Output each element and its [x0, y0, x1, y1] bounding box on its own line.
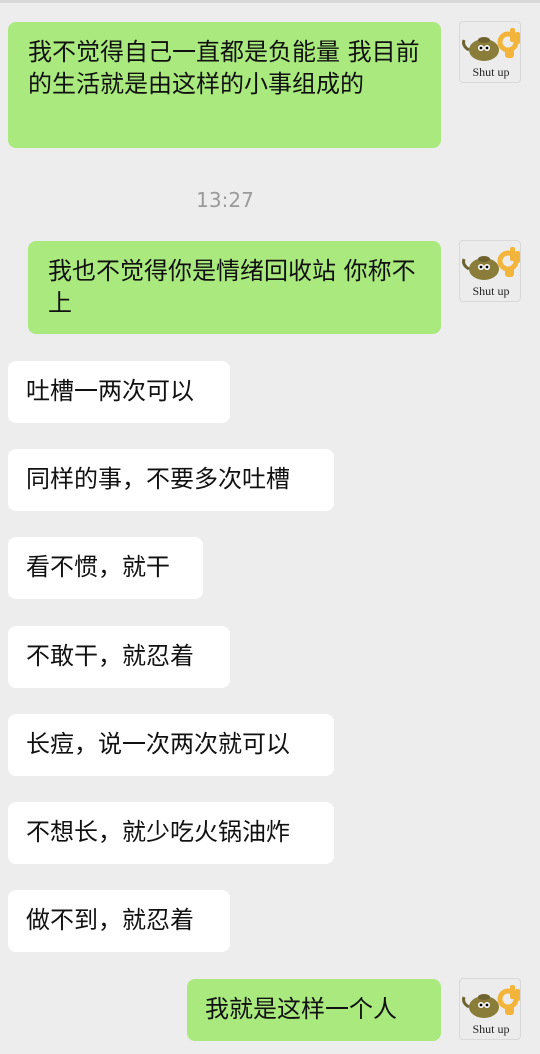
avatar-caption: Shut up — [472, 284, 510, 298]
timestamp: 13:27 — [196, 188, 254, 212]
avatar[interactable]: Shut up — [459, 978, 521, 1040]
avatar[interactable]: Shut up — [459, 240, 521, 302]
message-bubble-incoming[interactable]: 看不惯，就干 — [8, 537, 203, 599]
message-bubble-outgoing[interactable]: 我就是这样一个人 — [187, 979, 441, 1041]
message-bubble-incoming[interactable]: 同样的事，不要多次吐槽 — [8, 449, 334, 511]
message-bubble-incoming[interactable]: 长痘，说一次两次就可以 — [8, 714, 334, 776]
message-bubble-incoming[interactable]: 不想长，就少吃火锅油炸 — [8, 802, 334, 864]
message-bubble-outgoing[interactable]: 我不觉得自己一直都是负能量 我目前的生活就是由这样的小事组成的 — [8, 22, 441, 148]
avatar-caption: Shut up — [472, 1022, 510, 1036]
message-bubble-incoming[interactable]: 吐槽一两次可以 — [8, 361, 230, 423]
message-bubble-incoming[interactable]: 不敢干，就忍着 — [8, 626, 230, 688]
avatar-caption: Shut up — [472, 65, 510, 79]
chat-area[interactable]: 我不觉得自己一直都是负能量 我目前的生活就是由这样的小事组成的 Shut up … — [0, 0, 540, 1054]
message-bubble-outgoing[interactable]: 我也不觉得你是情绪回收站 你称不上 — [28, 241, 441, 334]
message-bubble-incoming[interactable]: 做不到，就忍着 — [8, 890, 230, 952]
top-divider — [0, 0, 540, 3]
avatar[interactable]: Shut up — [459, 21, 521, 83]
